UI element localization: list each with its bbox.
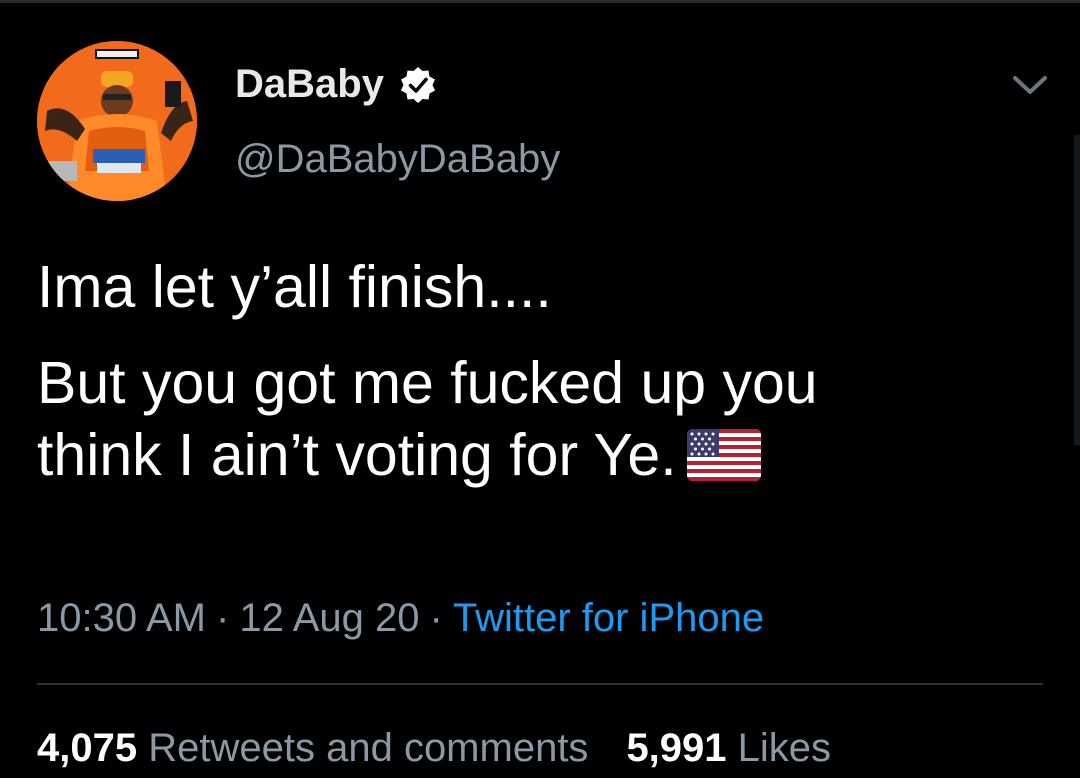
more-options-button[interactable] — [1010, 66, 1050, 106]
retweets-label: Retweets and comments — [148, 726, 589, 770]
tweet-time[interactable]: 10:30 AM — [37, 596, 206, 640]
tweet-date[interactable]: 12 Aug 20 — [239, 596, 419, 640]
verified-badge-icon — [398, 65, 438, 105]
tweet-stats: 4,075 Retweets and comments 5,991 Likes — [37, 726, 831, 771]
author-handle[interactable]: @DaBabyDaBaby — [235, 137, 560, 182]
author-name-row[interactable]: DaBaby — [235, 62, 438, 107]
likes-label: Likes — [737, 726, 832, 770]
tweet-text: Ima let y’all finish.... But you got me … — [37, 251, 1037, 491]
tweet-text-line-last: think I ain’t voting for Ye. — [37, 419, 1037, 491]
scrollbar[interactable] — [1074, 135, 1080, 445]
avatar-image — [37, 41, 197, 201]
tweet-source-link[interactable]: Twitter for iPhone — [453, 596, 764, 640]
meta-separator: · — [429, 596, 443, 640]
likes-stat[interactable]: 5,991 Likes — [626, 726, 831, 771]
chevron-down-icon — [1013, 76, 1047, 94]
stats-divider — [37, 683, 1043, 685]
likes-count: 5,991 — [626, 726, 727, 770]
tweet-text-line: But you got me fucked up you — [37, 350, 818, 416]
tweet-text-line: Ima let y’all finish.... — [37, 254, 552, 320]
tweet-meta: 10:30 AM · 12 Aug 20 · Twitter for iPhone — [37, 596, 764, 641]
avatar[interactable] — [37, 41, 197, 201]
retweets-count: 4,075 — [37, 726, 138, 770]
display-name[interactable]: DaBaby — [235, 62, 384, 107]
meta-separator: · — [216, 596, 230, 640]
tweet-text-line: think I ain’t voting for Ye. — [37, 422, 677, 488]
top-edge-divider — [0, 0, 1080, 3]
us-flag-icon — [686, 425, 761, 481]
retweets-stat[interactable]: 4,075 Retweets and comments — [37, 726, 588, 771]
